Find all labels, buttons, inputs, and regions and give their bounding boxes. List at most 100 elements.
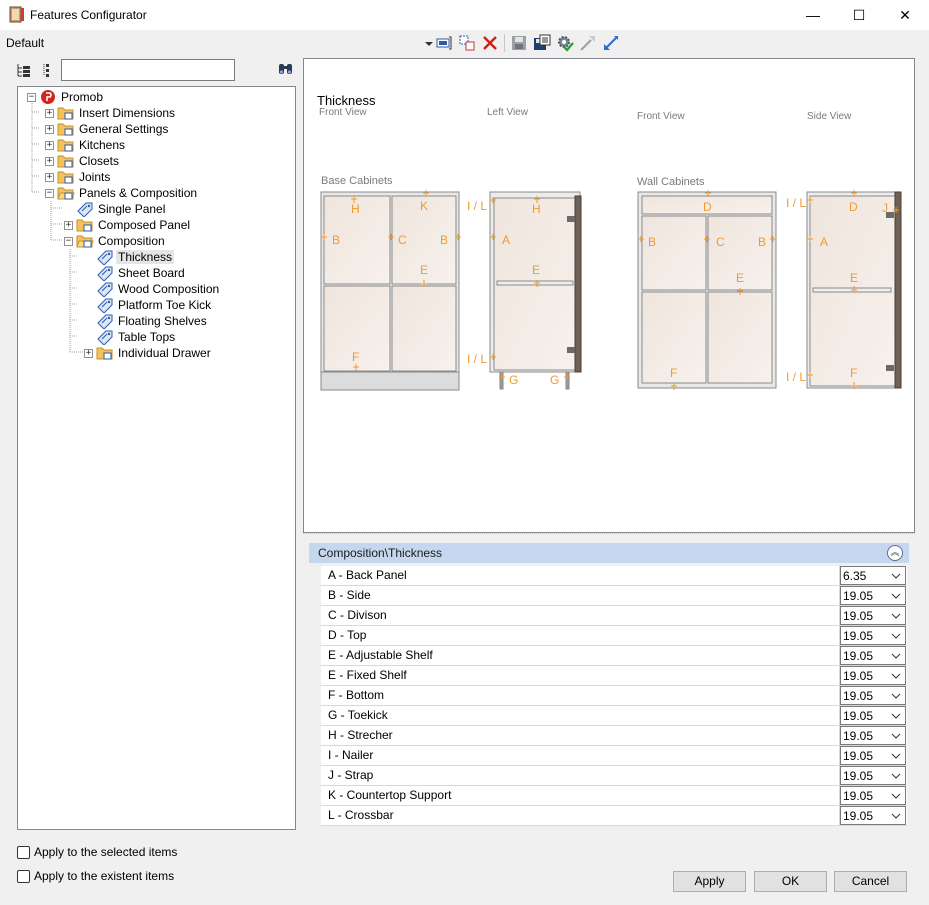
tag-icon: [97, 282, 113, 297]
property-category-header[interactable]: Composition\Thickness ︽: [309, 543, 909, 563]
expand-tree-icon[interactable]: [16, 62, 32, 78]
tree-search-input[interactable]: [61, 59, 235, 81]
property-value-dropdown[interactable]: 19.05: [840, 786, 906, 805]
export-icon[interactable]: [579, 34, 597, 52]
tree-item-insert-dimensions[interactable]: + Insert Dimensions: [45, 105, 177, 121]
expand-toggle[interactable]: +: [45, 140, 54, 150]
duplicate-icon[interactable]: [458, 34, 476, 52]
apply-selected-option[interactable]: Apply to the selected items: [17, 845, 177, 859]
chevron-down-icon: [891, 673, 901, 679]
marker-E: E: [532, 263, 540, 277]
tree-item-floating-shelves[interactable]: Floating Shelves: [84, 313, 209, 329]
property-value-dropdown[interactable]: 19.05: [840, 666, 906, 685]
folder-icon: [57, 107, 74, 120]
tree-item-label: Sheet Board: [118, 266, 185, 280]
property-value: 19.05: [843, 729, 874, 743]
property-row: L - Crossbar 19.05: [321, 806, 907, 826]
minimize-button[interactable]: —: [790, 0, 836, 30]
collapse-toggle[interactable]: −: [27, 92, 36, 102]
expand-toggle[interactable]: +: [84, 348, 93, 358]
property-name: L - Crossbar: [321, 806, 840, 825]
tree-item-closets[interactable]: + Closets: [45, 153, 121, 169]
property-value-dropdown[interactable]: 19.05: [840, 646, 906, 665]
tree-item-wood-composition[interactable]: Wood Composition: [84, 281, 221, 297]
tree-item-sheet-board[interactable]: Sheet Board: [84, 265, 187, 281]
chevron-down-icon: [891, 613, 901, 619]
expand-toggle[interactable]: +: [45, 156, 54, 166]
marker-IL: I / L: [467, 199, 487, 213]
collapse-toggle[interactable]: −: [64, 236, 73, 246]
ok-button[interactable]: OK: [754, 871, 827, 892]
property-value-dropdown[interactable]: 19.05: [840, 766, 906, 785]
property-value-dropdown[interactable]: 19.05: [840, 686, 906, 705]
property-name: E - Fixed Shelf: [321, 666, 840, 685]
property-value-dropdown[interactable]: 6.35: [840, 566, 906, 585]
close-button[interactable]: ✕: [882, 0, 928, 30]
apply-selected-checkbox[interactable]: [17, 845, 30, 859]
collapse-toggle[interactable]: −: [45, 188, 54, 198]
tree-item-individual-drawer[interactable]: + Individual Drawer: [84, 345, 213, 361]
tree-item-panels-composition[interactable]: − Panels & Composition: [45, 185, 199, 201]
expand-toggle[interactable]: +: [45, 124, 54, 134]
tag-icon: [97, 250, 113, 265]
tag-icon: [97, 314, 113, 329]
apply-button[interactable]: Apply: [673, 871, 746, 892]
expand-toggle[interactable]: +: [64, 220, 73, 230]
delete-icon[interactable]: [481, 34, 499, 52]
insert-icon[interactable]: [435, 34, 453, 52]
tree-item-table-tops[interactable]: Table Tops: [84, 329, 177, 345]
tree-item-kitchens[interactable]: + Kitchens: [45, 137, 127, 153]
tree-item-thickness[interactable]: Thickness: [84, 249, 175, 265]
tree-item-label: Table Tops: [118, 330, 176, 344]
property-name: I - Nailer: [321, 746, 840, 765]
tree-item-composed-panel[interactable]: + Composed Panel: [64, 217, 192, 233]
settings-check-icon[interactable]: [556, 34, 574, 52]
collapse-tree-icon[interactable]: [40, 62, 56, 78]
tree-item-platform-toe-kick[interactable]: Platform Toe Kick: [84, 297, 213, 313]
tree-item-label: Thickness: [116, 250, 175, 264]
property-name: G - Toekick: [321, 706, 840, 725]
property-value-dropdown[interactable]: 19.05: [840, 586, 906, 605]
property-value-dropdown[interactable]: 19.05: [840, 726, 906, 745]
property-value: 19.05: [843, 589, 874, 603]
tree-item-label: Insert Dimensions: [79, 106, 176, 120]
property-value-dropdown[interactable]: 19.05: [840, 606, 906, 625]
property-row: K - Countertop Support 19.05: [321, 786, 907, 806]
tree-item-general-settings[interactable]: + General Settings: [45, 121, 170, 137]
marker-B: B: [758, 235, 766, 249]
expand-toggle[interactable]: +: [45, 108, 54, 118]
binoculars-icon[interactable]: [277, 61, 294, 77]
property-value-dropdown[interactable]: 19.05: [840, 746, 906, 765]
tree-item-single-panel[interactable]: Single Panel: [64, 201, 167, 217]
property-row: B - Side 19.05: [321, 586, 907, 606]
tree-item-promob[interactable]: − Promob: [27, 89, 105, 105]
apply-existent-option[interactable]: Apply to the existent items: [17, 869, 174, 883]
marker-C: C: [398, 233, 407, 247]
property-value-dropdown[interactable]: 19.05: [840, 626, 906, 645]
marker-A: A: [502, 233, 510, 247]
property-value-dropdown[interactable]: 19.05: [840, 806, 906, 825]
property-row: F - Bottom 19.05: [321, 686, 907, 706]
panel-splitter[interactable]: [303, 533, 915, 539]
expand-toggle[interactable]: +: [45, 172, 54, 182]
property-value: 19.05: [843, 669, 874, 683]
config-name: Default: [6, 36, 45, 50]
property-name: K - Countertop Support: [321, 786, 840, 805]
import-icon[interactable]: [602, 34, 620, 52]
tree-item-joints[interactable]: + Joints: [45, 169, 112, 185]
maximize-button[interactable]: ☐: [836, 0, 882, 30]
property-value: 19.05: [843, 609, 874, 623]
collapse-category-icon[interactable]: ︽: [887, 545, 903, 561]
marker-G: G: [509, 373, 518, 387]
tree-item-label: Composed Panel: [98, 218, 191, 232]
save-icon[interactable]: [510, 34, 528, 52]
tree-item-composition[interactable]: − Composition: [64, 233, 167, 249]
feature-tree[interactable]: − Promob + Insert Dimensions + General S…: [17, 86, 296, 830]
marker-K: K: [420, 199, 428, 213]
save-as-icon[interactable]: [533, 34, 551, 52]
property-row: G - Toekick 19.05: [321, 706, 907, 726]
cancel-button[interactable]: Cancel: [834, 871, 907, 892]
apply-existent-checkbox[interactable]: [17, 869, 30, 883]
property-value-dropdown[interactable]: 19.05: [840, 706, 906, 725]
chevron-down-icon: [891, 593, 901, 599]
